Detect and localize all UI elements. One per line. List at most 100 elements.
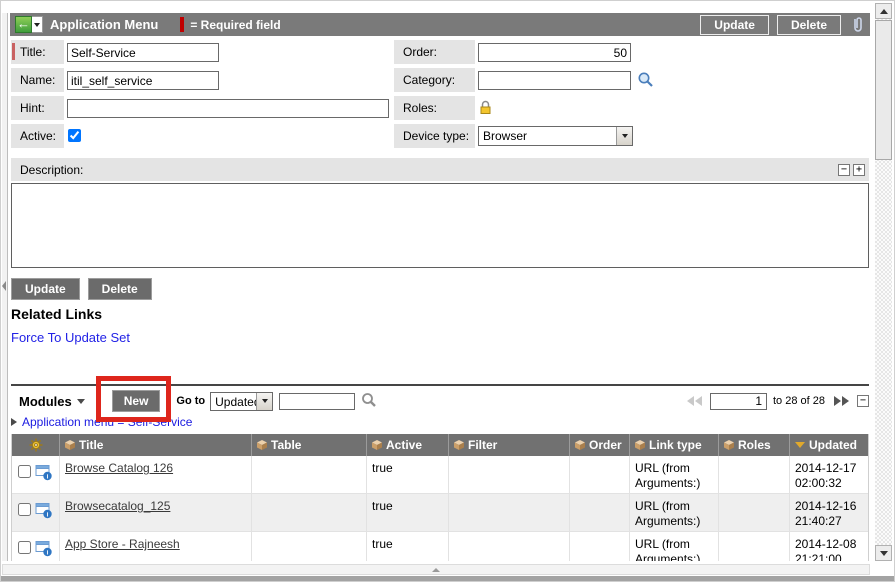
application-menu-page: ← Application Menu = Required field Upda… (0, 0, 895, 582)
device-type-select[interactable]: Browser (478, 126, 633, 146)
row-checkbox[interactable] (18, 465, 31, 478)
breadcrumb-filter-link[interactable]: Application menu = Self-Service (22, 415, 192, 429)
scroll-down-icon[interactable] (875, 545, 892, 561)
module-title-link[interactable]: Browse Catalog 126 (65, 461, 173, 475)
chevron-down-icon (34, 23, 40, 27)
modules-toolbar: Modules New Go to Updated to 28 of 28 − (11, 388, 869, 414)
svg-text:i: i (47, 512, 49, 519)
description-label: Description: (20, 163, 83, 177)
description-textarea[interactable] (11, 183, 869, 268)
order-label: Order: (394, 40, 475, 64)
modules-menu-caret-icon[interactable] (77, 399, 85, 404)
cell-active: true (367, 456, 449, 493)
required-field-marker (180, 17, 184, 32)
cell-updated: 2014-12-16 21:40:27 (790, 494, 868, 531)
column-header-active[interactable]: Active (367, 434, 449, 456)
column-header-link-type[interactable]: Link type (630, 434, 719, 456)
hint-field[interactable] (67, 99, 389, 118)
record-preview-icon[interactable]: i (35, 464, 53, 485)
cell-filter (449, 532, 570, 561)
active-label: Active: (11, 124, 64, 148)
scroll-up-icon[interactable] (875, 3, 892, 19)
row-checkbox[interactable] (18, 503, 31, 516)
breadcrumb-arrow-icon[interactable] (11, 418, 17, 426)
table-row: i Browse Catalog 126 true URL (from Argu… (12, 456, 868, 494)
last-page-icon[interactable] (833, 396, 849, 406)
page-title: Application Menu (50, 17, 158, 32)
record-preview-icon[interactable]: i (35, 502, 53, 523)
goto-label: Go to (176, 395, 205, 407)
force-to-update-set-link[interactable]: Force To Update Set (11, 330, 130, 345)
form-footer-buttons: Update Delete (11, 278, 152, 300)
cell-updated: 2014-12-17 02:00:32 (790, 456, 868, 493)
category-lookup-icon[interactable] (637, 71, 654, 91)
column-header-table[interactable]: Table (252, 434, 367, 456)
vertical-scrollbar-thumb[interactable] (875, 20, 892, 160)
field-cube-icon (65, 440, 75, 450)
list-search-icon[interactable] (361, 392, 377, 411)
cell-roles (719, 532, 790, 561)
list-breadcrumb: Application menu = Self-Service (11, 415, 192, 429)
field-cube-icon (454, 440, 464, 450)
name-field[interactable] (67, 71, 219, 90)
cell-table (252, 494, 367, 531)
horizontal-splitter[interactable] (2, 564, 870, 575)
cell-roles (719, 456, 790, 493)
goto-field-select[interactable]: Updated (210, 392, 273, 411)
delete-button-footer[interactable]: Delete (88, 278, 152, 300)
row-checkbox[interactable] (18, 541, 31, 554)
module-title-link[interactable]: App Store - Rajneesh (65, 537, 180, 551)
cell-active: true (367, 532, 449, 561)
page-number-input[interactable] (710, 393, 767, 410)
expand-description-button[interactable]: + (853, 164, 865, 176)
collapse-list-button[interactable]: − (857, 395, 869, 407)
svg-text:i: i (47, 550, 49, 557)
order-field[interactable] (478, 43, 631, 62)
collapse-description-button[interactable]: − (838, 164, 850, 176)
table-header-row: Title Table Active Filter Order Link typ… (12, 434, 868, 456)
column-header-roles[interactable]: Roles (719, 434, 790, 456)
table-row: i App Store - Rajneesh true URL (from Ar… (12, 532, 868, 561)
title-field[interactable] (67, 43, 219, 62)
cell-roles (719, 494, 790, 531)
column-header-filter[interactable]: Filter (449, 434, 570, 456)
category-label: Category: (394, 68, 475, 92)
sort-descending-icon (795, 442, 805, 448)
vertical-scrollbar[interactable] (875, 3, 892, 561)
back-menu-caret[interactable] (32, 16, 43, 33)
required-field-legend: = Required field (190, 18, 280, 32)
back-button[interactable]: ← (15, 16, 32, 33)
attachment-paperclip-icon[interactable] (851, 16, 865, 33)
personalize-list-gear-icon[interactable] (12, 434, 60, 456)
cell-filter (449, 494, 570, 531)
left-splitter[interactable] (2, 13, 8, 561)
back-arrow-icon: ← (17, 16, 30, 31)
window-bottom-edge (1, 576, 894, 582)
update-button-footer[interactable]: Update (11, 278, 80, 300)
first-page-icon[interactable] (686, 396, 702, 406)
hint-label: Hint: (11, 96, 64, 120)
delete-button-header[interactable]: Delete (777, 15, 841, 35)
required-marker (12, 43, 15, 60)
modules-section-title[interactable]: Modules (19, 394, 72, 409)
cell-order (570, 532, 630, 561)
column-header-updated[interactable]: Updated (790, 434, 868, 456)
column-header-title[interactable]: Title (60, 434, 252, 456)
active-checkbox[interactable] (68, 129, 81, 142)
field-cube-icon (724, 440, 734, 450)
roles-lock-icon[interactable] (479, 100, 492, 118)
update-button-header[interactable]: Update (700, 15, 769, 35)
category-field[interactable] (478, 71, 631, 90)
name-label: Name: (11, 68, 64, 92)
new-module-button[interactable]: New (112, 390, 161, 412)
cell-table (252, 532, 367, 561)
cell-link-type: URL (from Arguments:) (630, 532, 719, 561)
pagination-range-text: to 28 of 28 (773, 395, 825, 407)
record-preview-icon[interactable]: i (35, 540, 53, 561)
record-form: Title: Order: Name: Category: Hint: Role… (11, 40, 869, 152)
module-title-link[interactable]: Browsecatalog_125 (65, 499, 170, 513)
column-header-order[interactable]: Order (570, 434, 630, 456)
chevron-down-icon (256, 393, 272, 410)
modules-list-table: Title Table Active Filter Order Link typ… (11, 434, 869, 561)
list-search-input[interactable] (279, 393, 355, 410)
